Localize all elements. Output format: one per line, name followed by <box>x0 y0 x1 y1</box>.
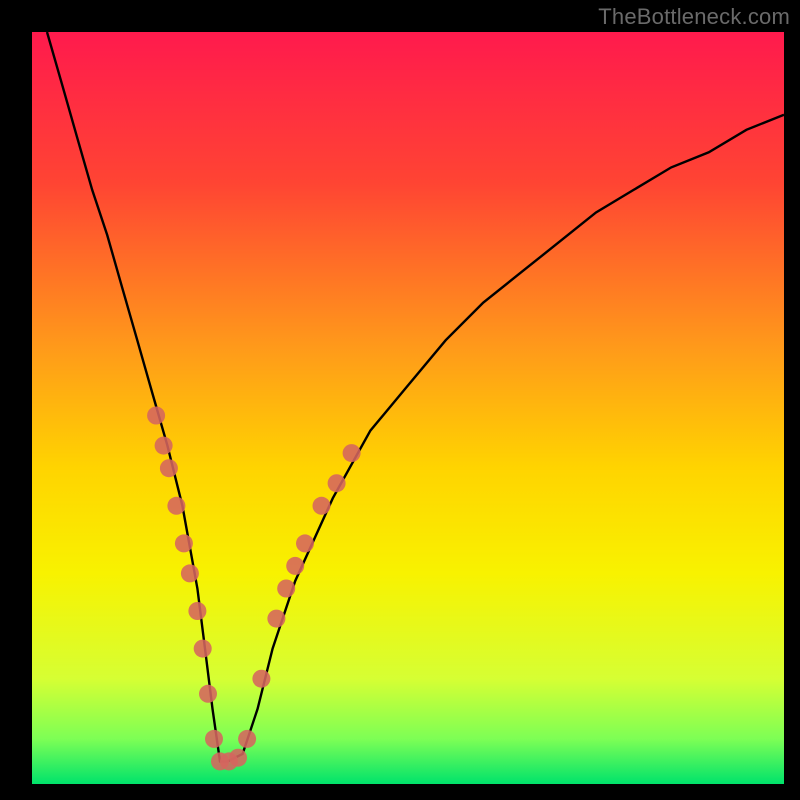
marker-point <box>229 749 247 767</box>
marker-point <box>199 685 217 703</box>
marker-point <box>286 557 304 575</box>
marker-point <box>277 580 295 598</box>
marker-point <box>296 534 314 552</box>
marker-point <box>188 602 206 620</box>
marker-point <box>160 459 178 477</box>
marker-point <box>328 474 346 492</box>
marker-point <box>205 730 223 748</box>
marker-point <box>252 670 270 688</box>
marker-point <box>181 564 199 582</box>
marker-point <box>313 497 331 515</box>
marker-point <box>194 640 212 658</box>
marker-point <box>238 730 256 748</box>
marker-point <box>175 534 193 552</box>
marker-point <box>267 610 285 628</box>
marker-point <box>147 407 165 425</box>
chart-container: TheBottleneck.com <box>0 0 800 800</box>
marker-point <box>155 437 173 455</box>
marker-point <box>167 497 185 515</box>
plot-area <box>32 32 784 784</box>
bottleneck-chart <box>0 0 800 800</box>
watermark-text: TheBottleneck.com <box>598 4 790 30</box>
marker-point <box>343 444 361 462</box>
